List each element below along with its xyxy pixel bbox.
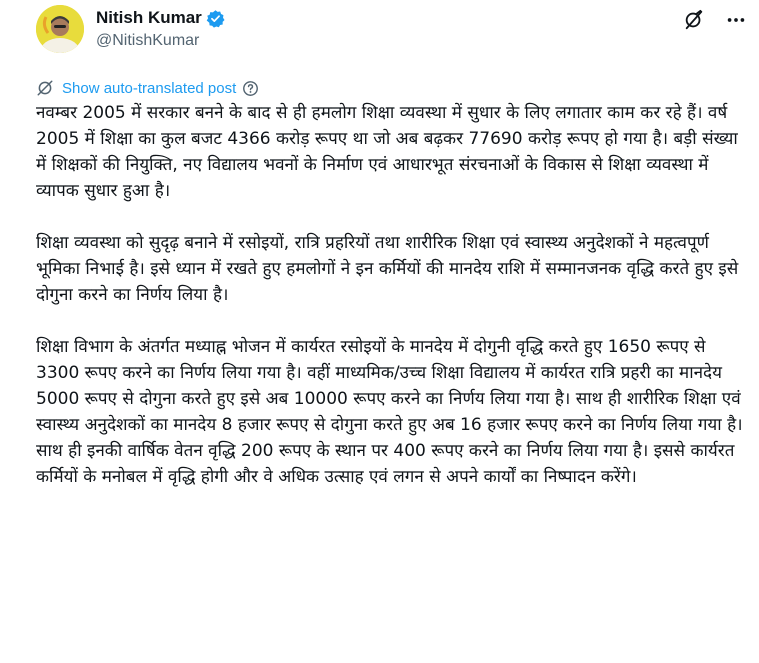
post-paragraph: शिक्षा विभाग के अंतर्गत मध्याह्न भोजन मे… bbox=[36, 337, 743, 487]
translate-icon bbox=[36, 79, 54, 97]
post-paragraph: नवम्बर 2005 में सरकार बनने के बाद से ही … bbox=[36, 103, 738, 201]
author-display-name[interactable]: Nitish Kumar bbox=[96, 8, 202, 28]
more-options-icon[interactable] bbox=[725, 9, 747, 31]
translation-row: Show auto-translated post bbox=[36, 78, 259, 98]
help-circle-icon[interactable] bbox=[242, 80, 259, 97]
show-translation-link[interactable]: Show auto-translated post bbox=[62, 80, 236, 97]
post-paragraph: शिक्षा व्यवस्था को सुदृढ़ बनाने में रसोइ… bbox=[36, 233, 739, 305]
post-header-actions bbox=[683, 9, 747, 31]
author-handle[interactable]: @NitishKumar bbox=[96, 32, 225, 50]
author-avatar[interactable] bbox=[36, 5, 84, 53]
post-text: नवम्बर 2005 में सरकार बनने के बाद से ही … bbox=[36, 100, 752, 516]
post-header: Nitish Kumar @NitishKumar bbox=[36, 5, 747, 55]
post-card: Nitish Kumar @NitishKumar Show auto-tran… bbox=[0, 0, 759, 663]
grok-icon[interactable] bbox=[683, 9, 705, 31]
author-names: Nitish Kumar @NitishKumar bbox=[96, 7, 225, 50]
avatar-photo-icon bbox=[36, 5, 84, 53]
verified-badge-icon[interactable] bbox=[206, 9, 225, 28]
display-name-row: Nitish Kumar bbox=[96, 7, 225, 29]
